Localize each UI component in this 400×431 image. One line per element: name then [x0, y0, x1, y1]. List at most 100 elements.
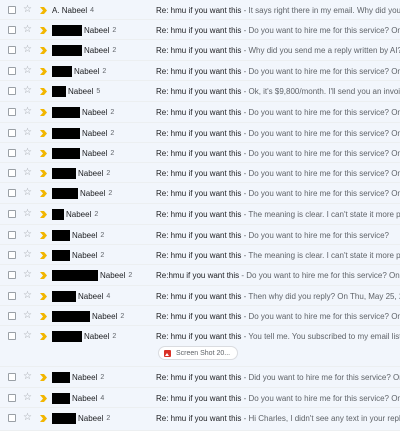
redaction-block: [52, 371, 70, 383]
thread-row[interactable]: ☆ Nabeel 2 Re: hmu if you want this - Why d…: [0, 40, 400, 61]
star-outline-icon[interactable]: ☆: [23, 209, 33, 219]
checkbox-icon[interactable]: [8, 251, 16, 259]
thread-row[interactable]: ☆ A. Nabeel 4 Re: hmu if you want this - It…: [0, 0, 400, 20]
thread-row[interactable]: ☆ Nabeel 2 Re: hmu if you want this - Did y…: [0, 367, 400, 388]
thread-count: 2: [110, 149, 115, 157]
thread-row[interactable]: ☆ Nabeel 2 Re: hmu if you want this - The m…: [0, 204, 400, 225]
checkbox-icon[interactable]: [8, 6, 16, 14]
checkbox-icon[interactable]: [8, 129, 16, 137]
importance-marker-icon[interactable]: [40, 251, 47, 259]
importance-marker-icon[interactable]: [40, 67, 47, 75]
snippet: - Did you want to hire me for this servi…: [243, 372, 400, 382]
inbox-thread-list: ☆ A. Nabeel 4 Re: hmu if you want this - It…: [0, 0, 400, 431]
thread-count: 2: [102, 67, 107, 75]
star-outline-icon[interactable]: ☆: [23, 5, 33, 15]
importance-marker-icon[interactable]: [40, 210, 47, 218]
importance-marker-icon[interactable]: [40, 292, 47, 300]
importance-marker-icon[interactable]: [40, 26, 47, 34]
star-outline-icon[interactable]: ☆: [23, 148, 33, 158]
thread-row[interactable]: ☆ Nabeel 2 Re: hmu if you want this - Do yo…: [0, 225, 400, 245]
checkbox-icon[interactable]: [8, 149, 16, 157]
importance-marker-icon[interactable]: [40, 394, 47, 402]
redaction-block: [52, 147, 80, 159]
star-outline-icon[interactable]: ☆: [23, 128, 33, 138]
thread-row[interactable]: ☆ Nabeel 2 Re: hmu if you want this - Do yo…: [0, 61, 400, 81]
star-outline-icon[interactable]: ☆: [23, 230, 33, 240]
star-outline-icon[interactable]: ☆: [23, 168, 33, 178]
thread-row[interactable]: ☆ Nabeel 2 Re: hmu if you want this - Do yo…: [0, 20, 400, 40]
sender-name: Nabeel: [72, 372, 98, 382]
thread-count: 2: [106, 169, 111, 177]
thread-row[interactable]: ☆ Nabeel 2 Re: hmu if you want this - Do yo…: [0, 123, 400, 143]
checkbox-icon[interactable]: [8, 169, 16, 177]
thread-count: 4: [100, 394, 105, 402]
star-outline-icon[interactable]: ☆: [23, 270, 33, 280]
thread-row[interactable]: ☆ Nabeel 2 Re: hmu if you want this - Do yo…: [0, 102, 400, 123]
checkbox-icon[interactable]: [8, 210, 16, 218]
checkbox-icon[interactable]: [8, 67, 16, 75]
importance-marker-icon[interactable]: [40, 414, 47, 422]
star-outline-icon[interactable]: ☆: [23, 66, 33, 76]
thread-row[interactable]: ☆ Nabeel 2 Re:hmu if you want this - Do you…: [0, 265, 400, 286]
checkbox-icon[interactable]: [8, 394, 16, 402]
importance-marker-icon[interactable]: [40, 87, 47, 95]
star-outline-icon[interactable]: ☆: [23, 413, 33, 423]
redaction-block: [52, 106, 80, 118]
importance-marker-icon[interactable]: [40, 332, 47, 340]
checkbox-icon[interactable]: [8, 332, 16, 340]
importance-marker-icon[interactable]: [40, 129, 47, 137]
importance-marker-icon[interactable]: [40, 149, 47, 157]
star-outline-icon[interactable]: ☆: [23, 107, 33, 117]
star-outline-icon[interactable]: ☆: [23, 250, 33, 260]
star-outline-icon[interactable]: ☆: [23, 393, 33, 403]
importance-marker-icon[interactable]: [40, 108, 47, 116]
star-outline-icon[interactable]: ☆: [23, 188, 33, 198]
thread-row-line: ☆ Nabeel 2 Re: hmu if you want this - Hi Ch…: [0, 408, 400, 428]
thread-count: 2: [106, 414, 111, 422]
thread-row-line: ☆ Nabeel 2 Re: hmu if you want this - Do yo…: [0, 61, 400, 81]
checkbox-icon[interactable]: [8, 414, 16, 422]
checkbox-icon[interactable]: [8, 87, 16, 95]
importance-marker-icon[interactable]: [40, 169, 47, 177]
checkbox-icon[interactable]: [8, 26, 16, 34]
thread-row[interactable]: ☆ Nabeel 4 Re: hmu if you want this - Then …: [0, 286, 400, 306]
checkbox-icon[interactable]: [8, 373, 16, 381]
checkbox-icon[interactable]: [8, 46, 16, 54]
importance-marker-icon[interactable]: [40, 373, 47, 381]
thread-row[interactable]: ☆ Nabeel 2 Re: hmu if you want this - You t…: [0, 326, 400, 367]
checkbox-icon[interactable]: [8, 189, 16, 197]
star-outline-icon[interactable]: ☆: [23, 45, 33, 55]
star-outline-icon[interactable]: ☆: [23, 86, 33, 96]
thread-row[interactable]: ☆ Nabeel 5 Re: hmu if you want this - Ok, i…: [0, 81, 400, 102]
checkbox-icon[interactable]: [8, 231, 16, 239]
redaction-block: [52, 412, 76, 424]
importance-marker-icon[interactable]: [40, 189, 47, 197]
importance-marker-icon[interactable]: [40, 271, 47, 279]
importance-marker-icon[interactable]: [40, 6, 47, 14]
thread-row[interactable]: ☆ Nabeel 2 Re: hmu if you want this - Hi Ch…: [0, 408, 400, 431]
subject: Re: hmu if you want this: [156, 188, 242, 198]
thread-row[interactable]: ☆ Nabeel 2 Re: hmu if you want this - The m…: [0, 245, 400, 265]
thread-row[interactable]: ☆ Nabeel 2 Re: hmu if you want this - Do yo…: [0, 143, 400, 163]
message-preview: Re: hmu if you want this - Do you want t…: [156, 67, 400, 76]
checkbox-icon[interactable]: [8, 292, 16, 300]
thread-row[interactable]: ☆ Nabeel 2 Re: hmu if you want this - Do yo…: [0, 183, 400, 204]
redaction-block: [52, 167, 76, 179]
thread-row[interactable]: ☆ Nabeel 4 Re: hmu if you want this - Do yo…: [0, 388, 400, 408]
thread-row[interactable]: ☆ Nabeel 2 Re: hmu if you want this - Do yo…: [0, 306, 400, 326]
thread-row[interactable]: ☆ Nabeel 2 Re: hmu if you want this - Do yo…: [0, 163, 400, 183]
importance-marker-icon[interactable]: [40, 312, 47, 320]
checkbox-icon[interactable]: [8, 271, 16, 279]
star-outline-icon[interactable]: ☆: [23, 291, 33, 301]
star-outline-icon[interactable]: ☆: [23, 311, 33, 321]
star-outline-icon[interactable]: ☆: [23, 372, 33, 382]
checkbox-icon[interactable]: [8, 108, 16, 116]
checkbox-icon[interactable]: [8, 312, 16, 320]
message-preview: Re: hmu if you want this - It says right…: [156, 6, 400, 15]
attachment-chip[interactable]: Screen Shot 20...: [158, 346, 238, 360]
importance-marker-icon[interactable]: [40, 231, 47, 239]
importance-marker-icon[interactable]: [40, 46, 47, 54]
star-outline-icon[interactable]: ☆: [23, 331, 33, 341]
sender: Nabeel 2: [52, 24, 116, 36]
star-outline-icon[interactable]: ☆: [23, 25, 33, 35]
